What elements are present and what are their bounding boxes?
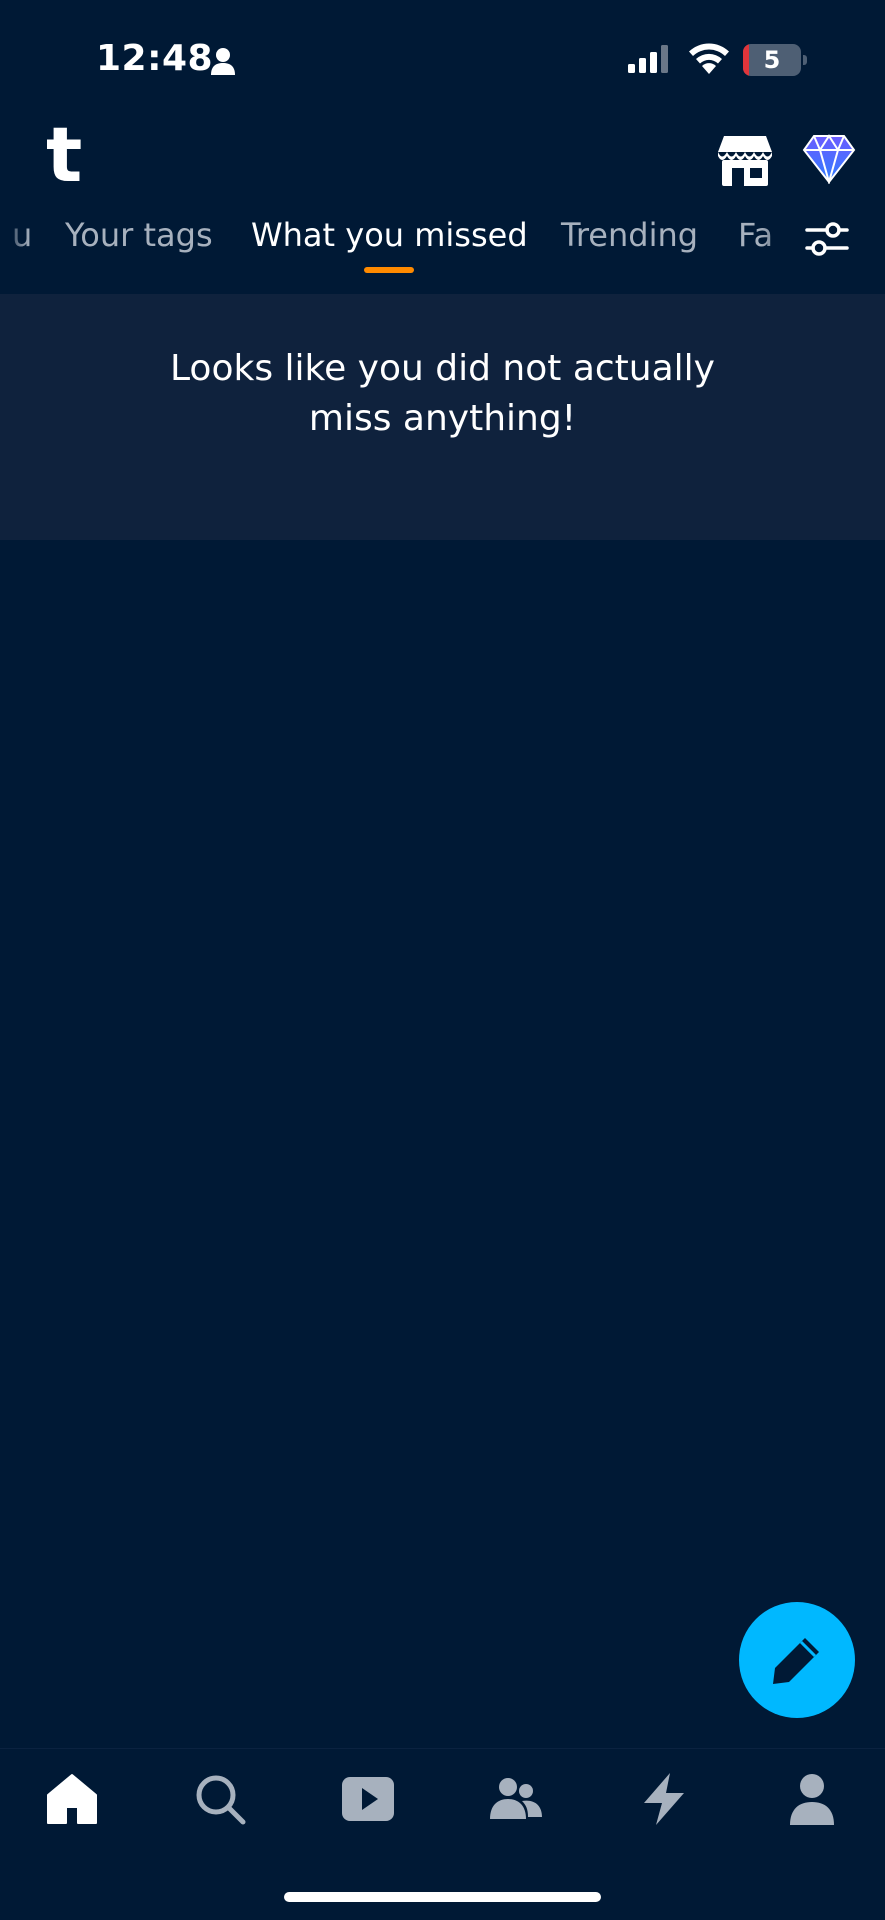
feed-tabs: u Your tags What you missed Trending Fa bbox=[0, 205, 885, 280]
status-time: 12:48 bbox=[96, 38, 214, 79]
home-icon bbox=[47, 1774, 97, 1824]
shop-icon[interactable] bbox=[718, 134, 772, 186]
empty-state-message: Looks like you did not actually miss any… bbox=[170, 348, 715, 439]
cellular-signal-icon bbox=[628, 45, 668, 73]
tab-trending[interactable]: Trending bbox=[561, 205, 698, 265]
pencil-icon bbox=[773, 1638, 819, 1684]
gem-icon[interactable] bbox=[802, 134, 856, 184]
compose-button[interactable] bbox=[739, 1602, 855, 1718]
tab-your-tags[interactable]: Your tags bbox=[65, 205, 213, 265]
battery-indicator: 5 bbox=[743, 44, 807, 76]
nav-account[interactable] bbox=[784, 1771, 844, 1831]
nav-search[interactable] bbox=[192, 1771, 252, 1831]
nav-activity[interactable] bbox=[636, 1771, 696, 1831]
nav-home[interactable] bbox=[44, 1771, 104, 1831]
nav-communities[interactable] bbox=[488, 1771, 548, 1831]
active-tab-indicator bbox=[364, 267, 414, 273]
empty-state-banner: Looks like you did not actually miss any… bbox=[0, 294, 885, 540]
tab-settings-icon[interactable] bbox=[805, 218, 849, 260]
status-bar: 12:48 5 bbox=[0, 0, 885, 110]
search-icon bbox=[196, 1775, 246, 1825]
bottom-nav bbox=[0, 1748, 885, 1849]
person-icon bbox=[211, 48, 235, 75]
account-icon bbox=[790, 1774, 834, 1825]
wifi-icon bbox=[689, 43, 729, 74]
communities-icon bbox=[490, 1778, 542, 1819]
nav-video[interactable] bbox=[340, 1771, 400, 1831]
video-icon bbox=[342, 1777, 394, 1821]
home-indicator[interactable] bbox=[284, 1892, 601, 1902]
tab-what-you-missed[interactable]: What you missed bbox=[251, 205, 528, 265]
tumblr-logo[interactable]: t bbox=[46, 110, 82, 200]
app-header: t bbox=[0, 110, 885, 200]
battery-level: 5 bbox=[763, 46, 781, 74]
activity-icon bbox=[644, 1773, 684, 1825]
